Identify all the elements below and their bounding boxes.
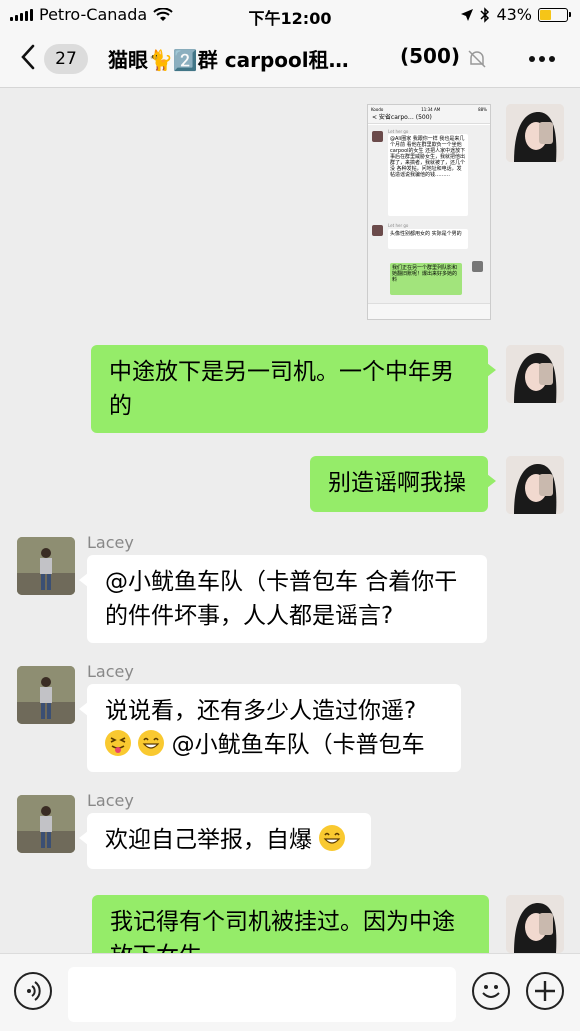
avatar: [506, 895, 564, 953]
grin-emoji-icon: [319, 825, 346, 851]
tongue-wink-emoji-icon: [105, 730, 131, 756]
message-text: 中途放下是另一司机。一个中年男的: [109, 359, 454, 419]
grin-emoji-icon: [138, 730, 165, 756]
unread-count-badge[interactable]: 27: [44, 44, 88, 74]
avatar: [506, 456, 564, 514]
self-avatar[interactable]: [506, 456, 564, 514]
emoji-button[interactable]: [472, 972, 510, 1010]
more-dots-icon: [529, 56, 555, 62]
thumb-status: Koodo 11:34 AM 88%: [368, 105, 490, 112]
chat-title-text: 猫眼🐈2️⃣群 carpool租…: [108, 48, 349, 72]
battery-percent: 43%: [496, 5, 532, 24]
self-avatar[interactable]: [506, 345, 564, 403]
plus-icon: [535, 981, 555, 1001]
location-arrow-icon: [461, 8, 474, 21]
avatar: [506, 104, 564, 162]
lacey-avatar[interactable]: [17, 666, 75, 724]
thumb-carrier: Koodo: [371, 107, 384, 112]
more-options-button[interactable]: [528, 44, 556, 69]
voice-button[interactable]: [14, 972, 52, 1010]
mention-text: @小鱿鱼车队（卡普包车: [171, 732, 425, 758]
outgoing-message-bubble[interactable]: 中途放下是另一司机。一个中年男的: [91, 345, 496, 433]
incoming-message-bubble[interactable]: 说说看，还有多少人造过你遥? @小鱿鱼车队（卡普包车: [79, 684, 461, 772]
message-line: @小鱿鱼车队（卡普包车: [105, 728, 443, 762]
incoming-message-bubble[interactable]: 欢迎自己举报，自爆: [79, 813, 371, 869]
message-text: 我记得有个司机被挂过。因为中途放下女生: [110, 909, 455, 953]
plus-button[interactable]: [526, 972, 564, 1010]
message-text: 说说看，还有多少人造过你遥?: [105, 698, 417, 724]
message-text: 别造谣啊我操: [328, 470, 466, 496]
thumb-message: 头像性别都用女的 实际是个男的: [388, 229, 468, 249]
sender-name: Lacey: [87, 662, 134, 681]
avatar: [17, 666, 75, 724]
thumb-time: 11:34 AM: [421, 107, 441, 112]
lacey-avatar[interactable]: [17, 795, 75, 853]
incoming-message-bubble[interactable]: @小鱿鱼车队（卡普包车 合着你干的件件坏事，人人都是谣言?: [79, 555, 487, 643]
avatar: [506, 345, 564, 403]
thumb-input-bar: [368, 303, 490, 319]
outgoing-message-bubble[interactable]: 我记得有个司机被挂过。因为中途放下女生: [92, 895, 489, 953]
lacey-avatar[interactable]: [17, 537, 75, 595]
outgoing-message-bubble[interactable]: 别造谣啊我操: [310, 456, 496, 512]
thumb-message: @Ali圈家 我跟你一样 我也是来几个月前 看他在群里欺负一个坐他carpool…: [388, 134, 468, 216]
back-chevron-icon[interactable]: [18, 42, 38, 78]
member-count: (500): [400, 44, 461, 68]
voice-icon: [27, 981, 41, 1001]
thumb-battery: 88%: [478, 107, 487, 112]
thumb-avatar: [372, 225, 383, 236]
thumb-message: 我们正在另一个群里列队影和她翻旧账呢！爆出来好多她的料: [390, 263, 462, 295]
thumb-body: Let her go @Ali圈家 我跟你一样 我也是来几个月前 看他在群里欺负…: [368, 125, 490, 305]
input-bar: [0, 953, 580, 1031]
status-right: 43%: [460, 5, 571, 24]
message-input[interactable]: [68, 967, 456, 1022]
message-text: @小鱿鱼车队（卡普包车 合着你干的件件坏事，人人都是谣言?: [105, 569, 458, 629]
message-list[interactable]: Koodo 11:34 AM 88% < 安省carpo… (500) Let …: [0, 89, 580, 953]
battery-icon: [538, 7, 571, 22]
mute-bell-icon: [468, 50, 486, 68]
avatar: [17, 795, 75, 853]
sender-name: Lacey: [87, 533, 134, 552]
thumb-nav: < 安省carpo… (500): [368, 112, 490, 124]
self-avatar[interactable]: [506, 895, 564, 953]
thumb-sender: Let her go: [388, 223, 409, 228]
screenshot-image-message[interactable]: Koodo 11:34 AM 88% < 安省carpo… (500) Let …: [367, 104, 491, 320]
emoji-icon: [482, 985, 500, 998]
chat-header: 27 猫眼🐈2️⃣群 carpool租… (500): [0, 30, 580, 88]
status-bar: Petro-Canada 下午12:00 43%: [0, 0, 580, 30]
sender-name: Lacey: [87, 791, 134, 810]
bluetooth-icon: [480, 6, 490, 23]
self-avatar[interactable]: [506, 104, 564, 162]
thumb-avatar: [372, 131, 383, 142]
message-text: 欢迎自己举报，自爆: [105, 827, 312, 853]
thumb-avatar: [472, 261, 483, 272]
avatar: [17, 537, 75, 595]
